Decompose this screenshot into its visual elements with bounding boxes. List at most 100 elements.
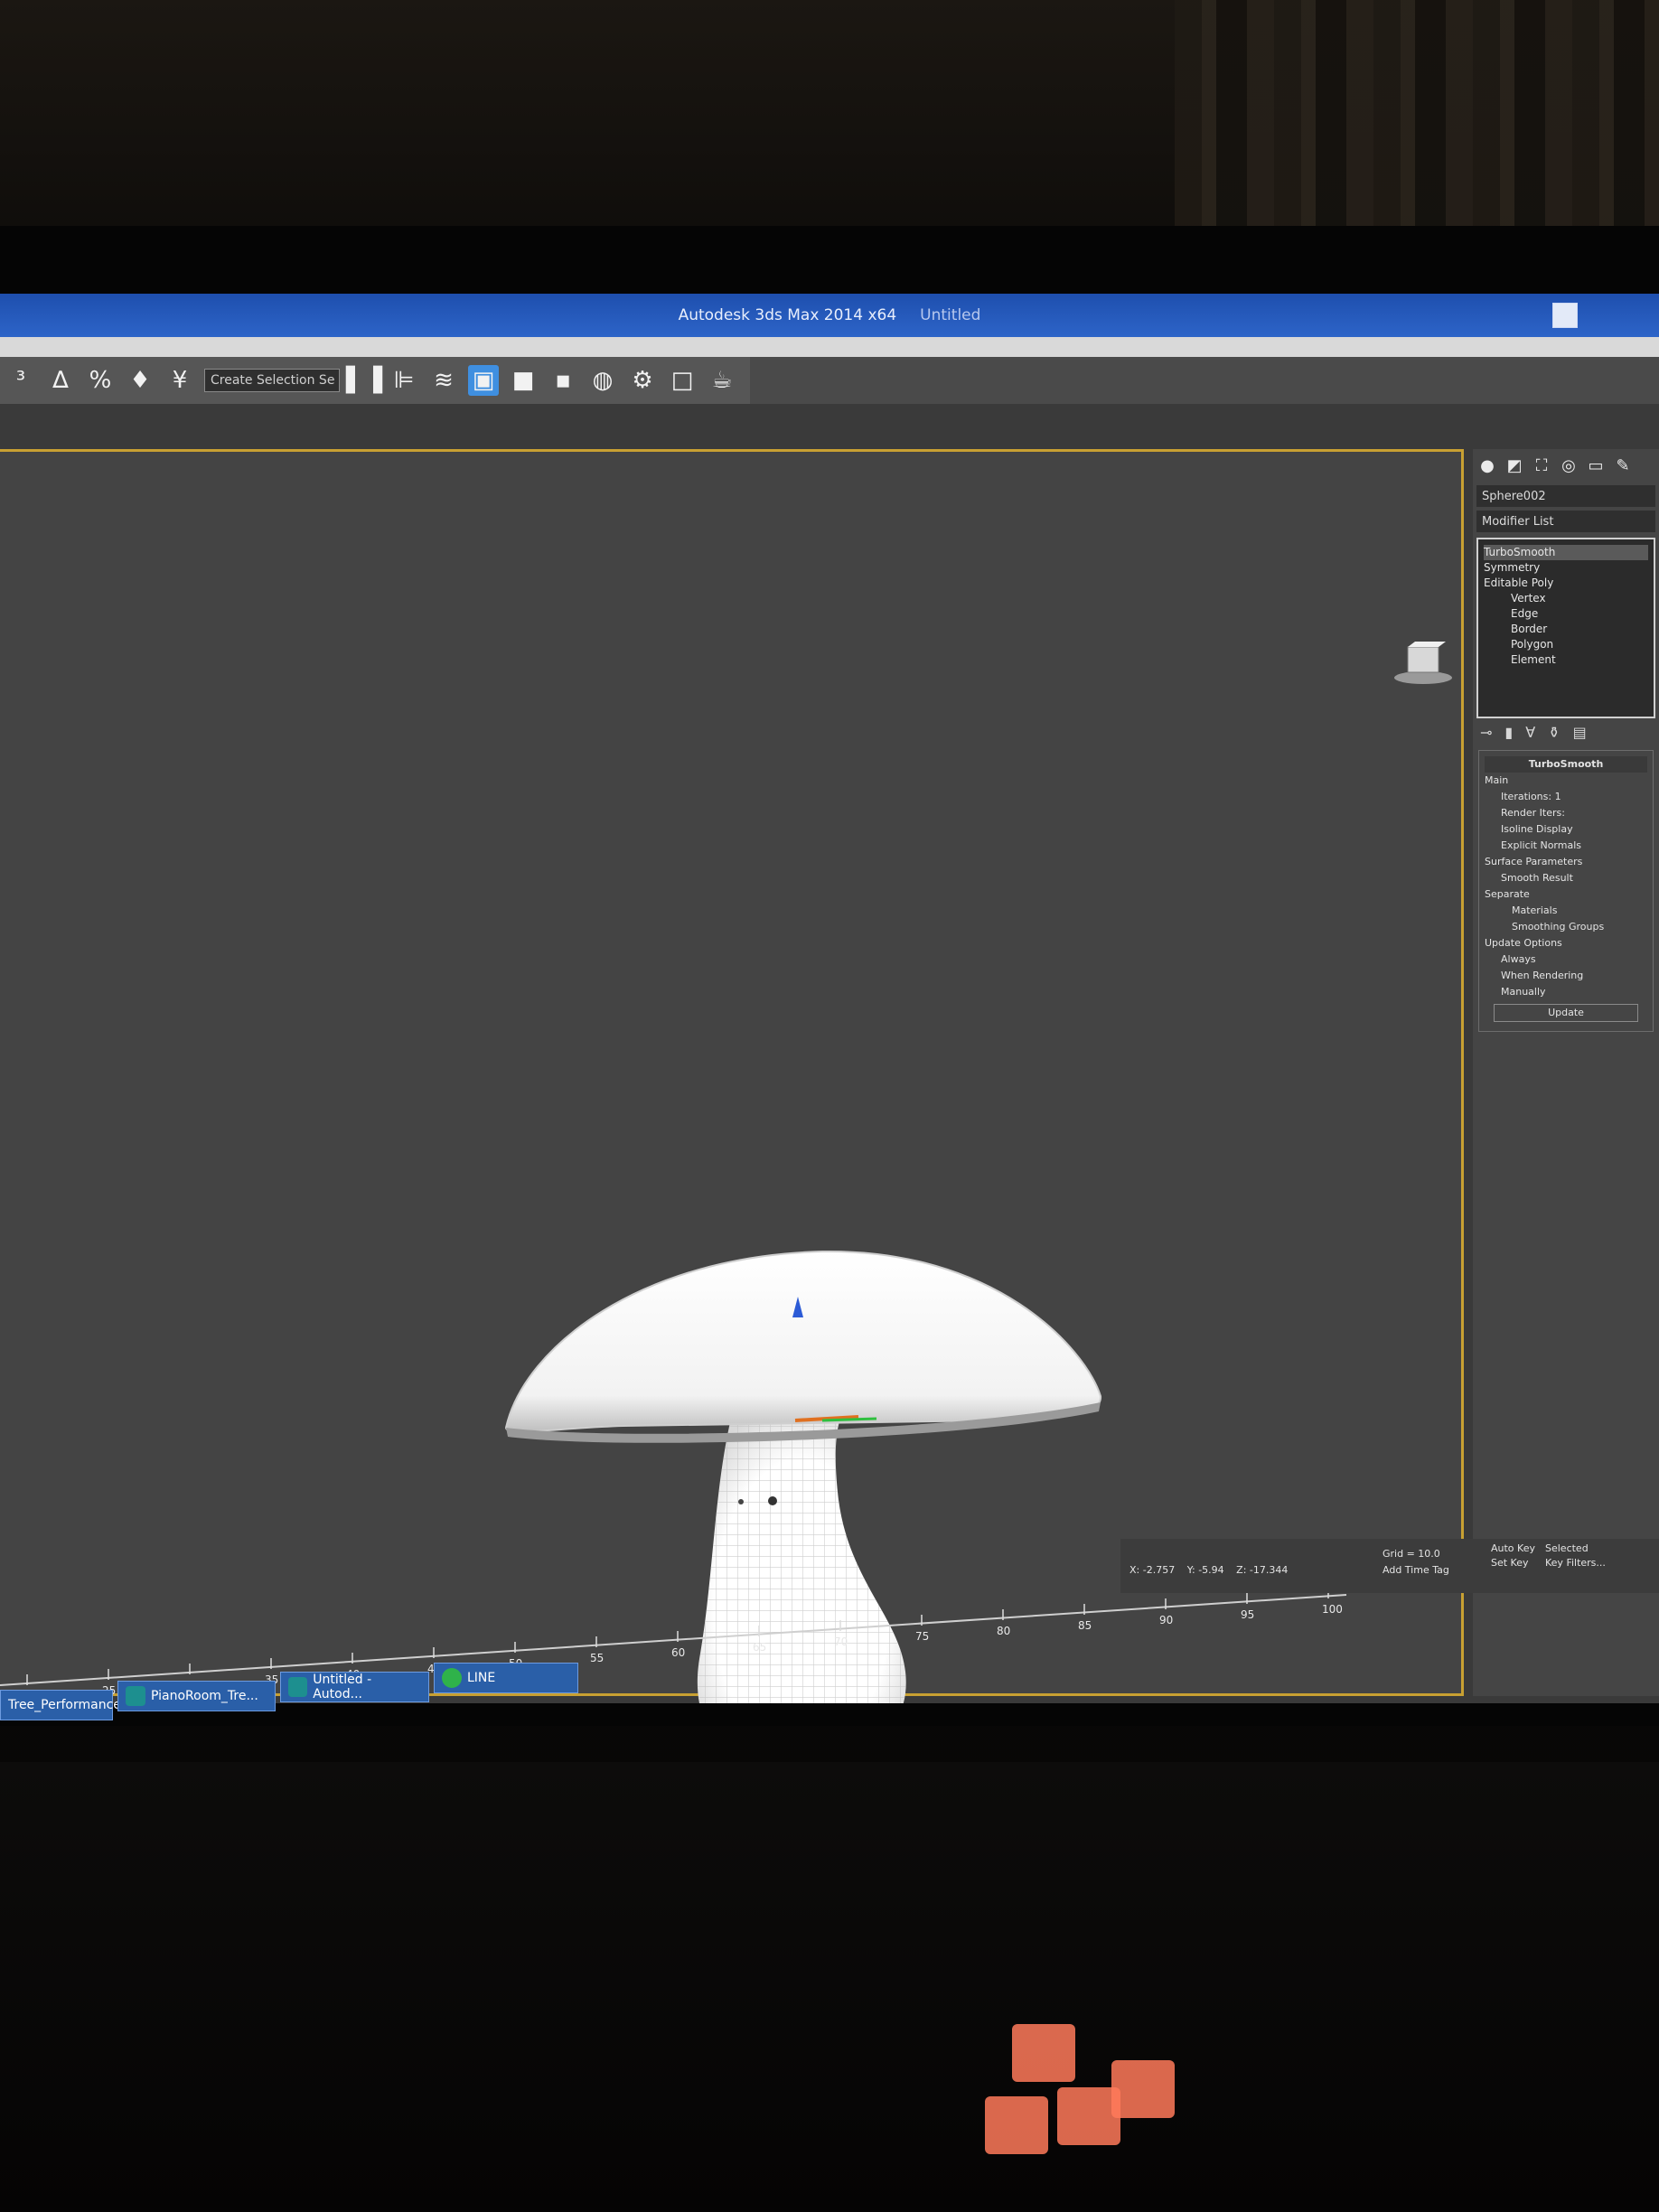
hierarchy-tab-icon[interactable]: ⛶	[1531, 455, 1552, 476]
viewcube-icon[interactable]	[1392, 642, 1455, 687]
3dsmax-app-icon	[288, 1677, 308, 1697]
taskbar-item-line[interactable]: LINE	[434, 1663, 578, 1693]
timeline-tick-label: 60	[671, 1646, 685, 1659]
document-title: Untitled	[920, 306, 981, 324]
explicit-normals-checkbox[interactable]: Explicit Normals	[1485, 838, 1647, 854]
stack-item-element[interactable]: Element	[1484, 652, 1648, 668]
stack-tools: ⊸ ▮ ∀ ⚱ ▤	[1480, 724, 1652, 741]
z-label: Z:	[1236, 1564, 1247, 1576]
stack-item-polygon[interactable]: Polygon	[1484, 637, 1648, 652]
app-title: Autodesk 3ds Max 2014 x64	[678, 306, 897, 324]
render-setup-icon[interactable]: ⚙	[627, 365, 658, 396]
graphite-icon[interactable]: ▣	[468, 365, 499, 396]
remove-modifier-icon[interactable]: ⚱	[1548, 724, 1560, 741]
timeline-tick-label: 90	[1159, 1614, 1173, 1626]
when-rendering-radio[interactable]: When Rendering	[1485, 968, 1647, 984]
stack-item-vertex[interactable]: Vertex	[1484, 591, 1648, 606]
set-key-button[interactable]: Set Key	[1491, 1557, 1529, 1569]
update-button[interactable]: Update	[1494, 1004, 1638, 1022]
materials-checkbox[interactable]: Materials	[1485, 903, 1647, 919]
main-group-label: Main	[1485, 774, 1509, 786]
add-time-tag-button[interactable]: Add Time Tag	[1382, 1564, 1449, 1576]
command-panel: ● ◩ ⛶ ◎ ▭ ✎ Sphere002 Modifier List Turb…	[1473, 449, 1659, 1696]
create-tab-icon[interactable]: ●	[1476, 455, 1498, 476]
render-icon[interactable]: ☕	[707, 365, 737, 396]
show-end-result-icon[interactable]: ▮	[1504, 724, 1513, 741]
spinner-snap-icon[interactable]: ♦	[125, 365, 155, 396]
pin-stack-icon[interactable]: ⊸	[1480, 724, 1492, 741]
auto-key-button[interactable]: Auto Key	[1491, 1542, 1535, 1554]
align-icon[interactable]: ⊫	[389, 365, 419, 396]
toolbar-extension	[750, 357, 1659, 404]
taskbar-item-untitled-autodesk[interactable]: Untitled - Autod...	[280, 1672, 429, 1702]
modifier-list-dropdown[interactable]: Modifier List	[1476, 511, 1655, 532]
key-filters-button[interactable]: Key Filters...	[1545, 1557, 1606, 1569]
y-coordinate-field[interactable]: -5.94	[1198, 1564, 1223, 1576]
iterations-spinner[interactable]: 1	[1555, 791, 1561, 802]
taskbar-item-tree-performance[interactable]: Tree_Performance	[0, 1690, 121, 1720]
rendered-frame-icon[interactable]: □	[667, 365, 698, 396]
surface-parameters-label: Surface Parameters	[1485, 856, 1583, 867]
line-app-icon	[442, 1668, 462, 1688]
timeline-tick-label: 65	[753, 1641, 766, 1654]
taskbar-item-label: Tree_Performance	[8, 1698, 121, 1712]
selected-dropdown[interactable]: Selected	[1545, 1542, 1589, 1554]
render-iters-checkbox[interactable]: Render Iters:	[1485, 805, 1647, 821]
desk-surface	[0, 1762, 1659, 2212]
mirror-icon[interactable]: ▌▐	[346, 365, 382, 396]
3dsmax-app-icon	[126, 1686, 145, 1706]
isoline-display-checkbox[interactable]: Isoline Display	[1485, 821, 1647, 838]
timeline-tick-label: 75	[915, 1630, 929, 1643]
menu-strip	[0, 337, 1659, 357]
timeline-tick-label: 70	[834, 1636, 848, 1648]
taskbar-item-pianoroom[interactable]: PianoRoom_Tre...	[117, 1681, 276, 1711]
motion-tab-icon[interactable]: ◎	[1558, 455, 1579, 476]
update-options-label: Update Options	[1485, 937, 1562, 949]
title-bar: Autodesk 3ds Max 2014 x64 Untitled	[0, 294, 1659, 337]
stack-item-edge[interactable]: Edge	[1484, 606, 1648, 622]
iterations-label: Iterations:	[1501, 791, 1552, 802]
always-radio[interactable]: Always	[1485, 951, 1647, 968]
x-coordinate-field[interactable]: -2.757	[1143, 1564, 1175, 1576]
object-name-field[interactable]: Sphere002	[1476, 485, 1655, 507]
manually-radio[interactable]: Manually	[1485, 984, 1647, 1000]
stack-item-turbosmooth[interactable]: TurboSmooth	[1484, 545, 1648, 560]
keyboard-key	[985, 2096, 1048, 2154]
timeline-tick-label: 100	[1322, 1603, 1343, 1616]
display-tab-icon[interactable]: ▭	[1585, 455, 1607, 476]
configure-sets-icon[interactable]: ▤	[1573, 724, 1587, 741]
timeline-tick-label: 85	[1078, 1619, 1092, 1632]
make-unique-icon[interactable]: ∀	[1525, 724, 1535, 741]
stack-item-border[interactable]: Border	[1484, 622, 1648, 637]
monitor-screen: Autodesk 3ds Max 2014 x64 Untitled ³ ∆ %…	[0, 294, 1659, 1703]
windows-taskbar: Tree_Performance PianoRoom_Tre... Untitl…	[0, 1645, 633, 1735]
taskbar-item-label: PianoRoom_Tre...	[151, 1689, 258, 1703]
material-editor-icon[interactable]: ◍	[587, 365, 618, 396]
edit-named-sets-icon[interactable]: ¥	[164, 365, 195, 396]
smooth-result-checkbox[interactable]: Smooth Result	[1485, 870, 1647, 886]
bookshelf	[1175, 0, 1659, 244]
selection-set-dropdown[interactable]: Create Selection Se	[204, 369, 340, 392]
main-toolbar: ³ ∆ % ♦ ¥ Create Selection Se ▌▐ ⊫ ≋ ▣ ■…	[0, 357, 750, 404]
curve-editor-icon[interactable]: ■	[508, 365, 539, 396]
utilities-tab-icon[interactable]: ✎	[1612, 455, 1634, 476]
stack-item-editable-poly[interactable]: Editable Poly	[1484, 576, 1648, 591]
modify-tab-icon[interactable]: ◩	[1504, 455, 1525, 476]
keyboard-key	[1111, 2060, 1175, 2118]
timeline-tick-label: 80	[997, 1625, 1010, 1637]
rollout-title[interactable]: TurboSmooth	[1485, 756, 1647, 773]
layer-icon[interactable]: ≋	[428, 365, 459, 396]
taskbar-item-label: Untitled - Autod...	[313, 1673, 372, 1701]
maximize-button[interactable]	[1552, 303, 1578, 328]
z-coordinate-field[interactable]: -17.344	[1250, 1564, 1288, 1576]
separate-label: Separate	[1485, 888, 1530, 900]
schematic-icon[interactable]: ▪	[548, 365, 578, 396]
percent-snap-icon[interactable]: %	[85, 365, 116, 396]
angle-snap-icon[interactable]: ∆	[45, 365, 76, 396]
stack-item-symmetry[interactable]: Symmetry	[1484, 560, 1648, 576]
perspective-viewport[interactable]	[0, 449, 1464, 1703]
modifier-stack: TurboSmooth Symmetry Editable Poly Verte…	[1476, 538, 1655, 718]
status-bar: X: -2.757 Y: -5.94 Z: -17.344 Grid = 10.…	[1120, 1539, 1659, 1593]
smoothing-groups-checkbox[interactable]: Smoothing Groups	[1485, 919, 1647, 935]
snap-3-icon[interactable]: ³	[5, 365, 36, 396]
